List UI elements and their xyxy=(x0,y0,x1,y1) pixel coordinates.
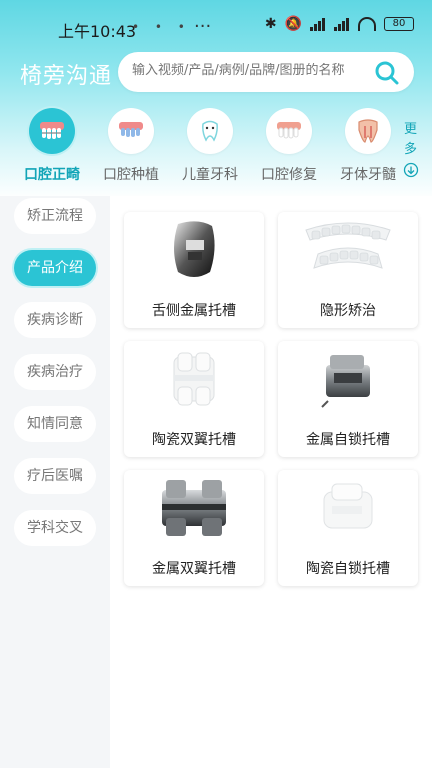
product-card[interactable]: 陶瓷双翼托槽 xyxy=(124,341,264,457)
tab-restoration[interactable]: 口腔修复 xyxy=(249,108,329,184)
tab-orthodontics[interactable]: 口腔正畸 xyxy=(12,108,92,184)
app-title: 椅旁沟通 xyxy=(20,64,113,89)
notification-icons: • • • xyxy=(132,20,191,34)
tab-label: 口腔修复 xyxy=(261,167,317,183)
lingual-bracket-icon xyxy=(174,221,215,277)
battery-icon: 80 xyxy=(384,17,414,31)
sidebar-item-treatment[interactable]: 疾病治疗 xyxy=(14,354,96,390)
metal-twin-bracket-icon xyxy=(162,480,226,536)
tab-label: 牙体牙髓 xyxy=(340,167,396,183)
product-label: 金属双翼托槽 xyxy=(152,561,236,577)
tab-label: 口腔正畸 xyxy=(24,167,80,183)
wifi-icon xyxy=(358,17,376,31)
tab-label: 儿童牙科 xyxy=(182,167,238,183)
sidebar-item-diagnosis[interactable]: 疾病诊断 xyxy=(14,302,96,338)
sidebar-item-aftercare[interactable]: 疗后医嘱 xyxy=(14,458,96,494)
product-label: 陶瓷自锁托槽 xyxy=(306,561,390,577)
sidebar-item-consent[interactable]: 知情同意 xyxy=(14,406,96,442)
status-bar: 上午10:43 • • • ··· ✱ 🔕 80 xyxy=(0,0,432,56)
chevron-down-circle-icon[interactable] xyxy=(403,162,419,178)
status-time: 上午10:43 xyxy=(58,22,137,41)
bluetooth-icon: ✱ xyxy=(264,16,277,32)
product-label: 隐形矫治 xyxy=(320,303,376,319)
status-right: ✱ 🔕 80 xyxy=(265,16,414,32)
implant-teeth-icon xyxy=(108,108,154,154)
category-tabs: 口腔正畸 口腔种植 儿童牙科 口腔修复 牙体牙髓 xyxy=(0,108,432,188)
sidebar: 矫正流程 产品介绍 疾病诊断 疾病治疗 知情同意 疗后医嘱 学科交叉 xyxy=(0,196,110,768)
braces-teeth-icon xyxy=(29,108,75,154)
product-grid: 舌侧金属托槽 隐形矫治 陶瓷双翼托槽 金属自锁托槽 金属双翼托槽 陶瓷自锁托槽 xyxy=(110,196,432,768)
product-label: 舌侧金属托槽 xyxy=(152,303,236,319)
search-bar[interactable] xyxy=(118,52,414,92)
ceramic-self-ligating-bracket-icon xyxy=(323,483,373,529)
tab-endodontics[interactable]: 牙体牙髓 xyxy=(328,108,408,184)
signal-icon xyxy=(310,17,326,31)
search-icon[interactable] xyxy=(374,60,400,86)
mute-bell-icon: 🔕 xyxy=(284,16,302,32)
sidebar-item-interdisciplinary[interactable]: 学科交叉 xyxy=(14,510,96,546)
more-categories-button[interactable]: 更多 xyxy=(404,120,418,160)
signal-2-icon xyxy=(334,17,350,31)
search-input[interactable] xyxy=(132,63,368,78)
tab-implant[interactable]: 口腔种植 xyxy=(91,108,171,184)
endodontic-teeth-icon xyxy=(345,108,391,154)
restoration-teeth-icon xyxy=(266,108,312,154)
tab-pediatric[interactable]: 儿童牙科 xyxy=(170,108,250,184)
sidebar-item-products[interactable]: 产品介绍 xyxy=(14,250,96,286)
product-card[interactable]: 金属双翼托槽 xyxy=(124,470,264,586)
product-label: 金属自锁托槽 xyxy=(306,432,390,448)
clear-aligner-icon xyxy=(305,222,391,269)
metal-self-ligating-bracket-icon xyxy=(321,355,370,408)
ceramic-twin-bracket-icon xyxy=(173,352,215,406)
product-card[interactable]: 隐形矫治 xyxy=(278,212,418,328)
product-card[interactable]: 陶瓷自锁托槽 xyxy=(278,470,418,586)
product-card[interactable]: 金属自锁托槽 xyxy=(278,341,418,457)
sidebar-item-process[interactable]: 矫正流程 xyxy=(14,198,96,234)
more-notifications-icon: ··· xyxy=(194,16,212,37)
product-card[interactable]: 舌侧金属托槽 xyxy=(124,212,264,328)
child-tooth-icon xyxy=(187,108,233,154)
tab-label: 口腔种植 xyxy=(103,167,159,183)
product-label: 陶瓷双翼托槽 xyxy=(152,432,236,448)
